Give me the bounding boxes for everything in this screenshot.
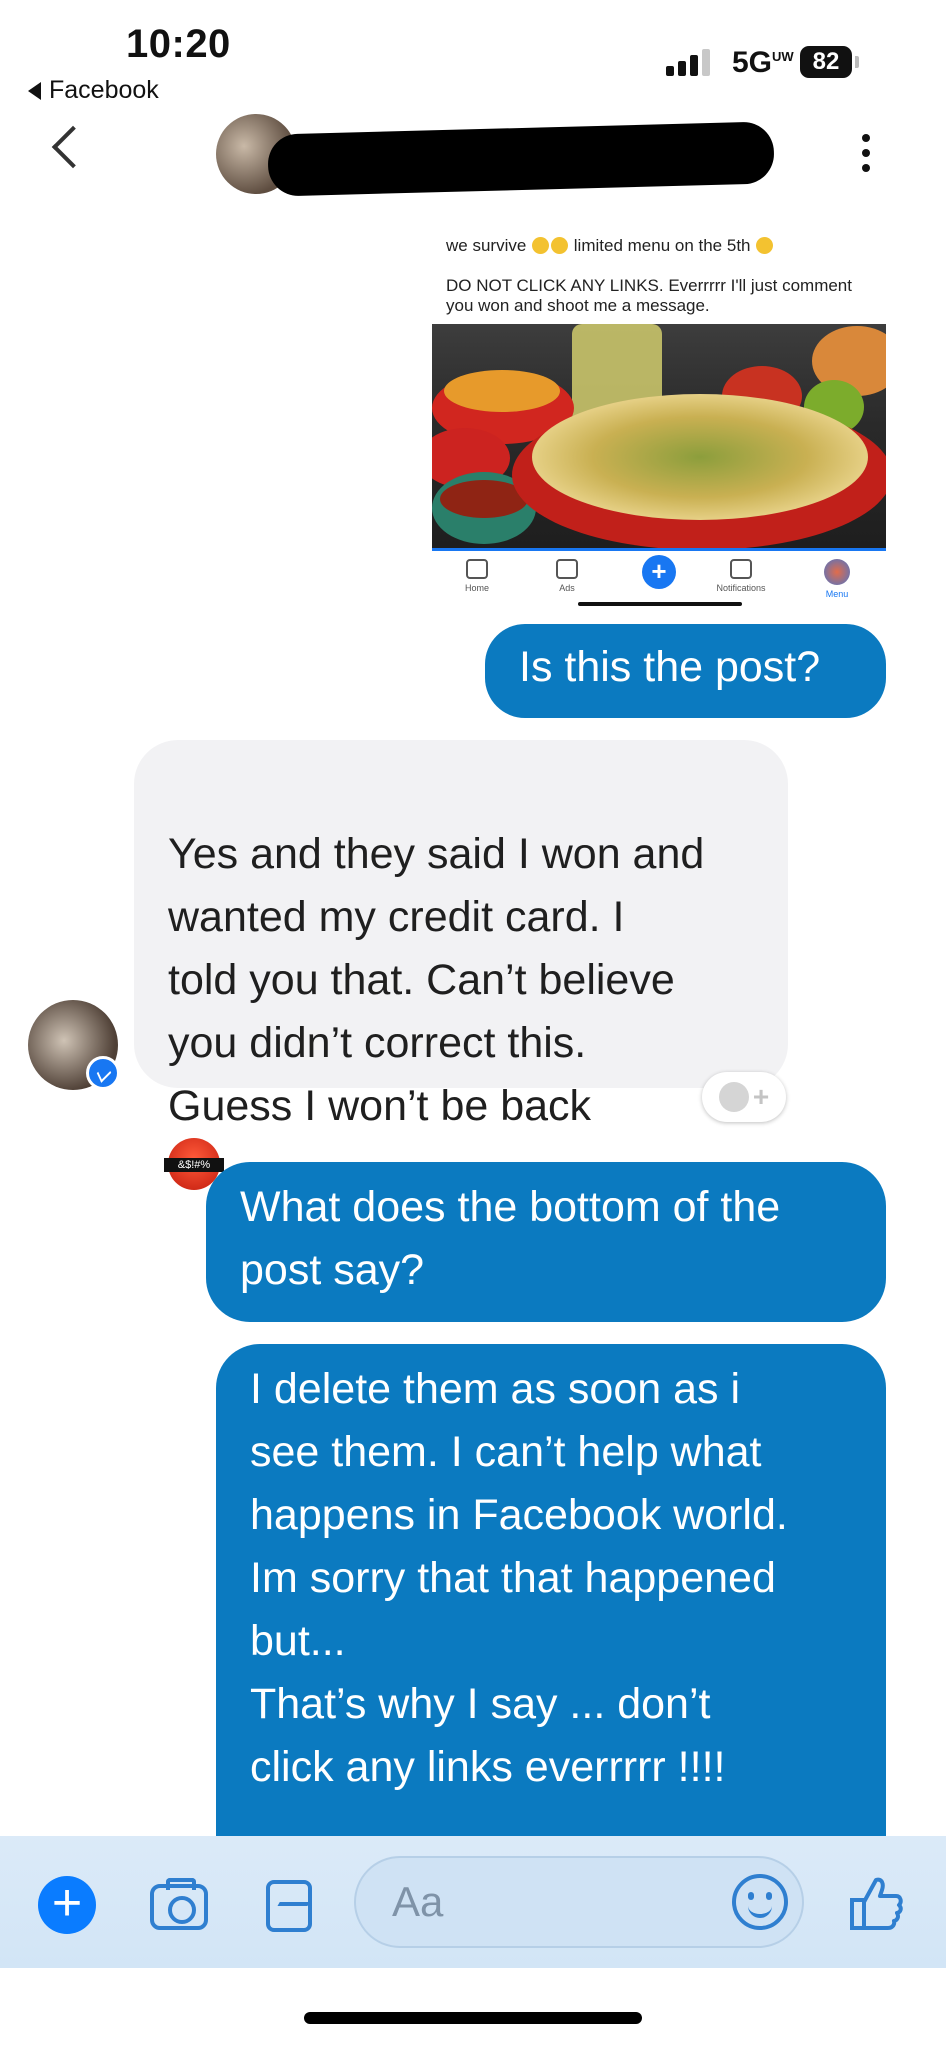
laughing-emoji-icon: [756, 237, 774, 254]
home-indicator: [578, 602, 742, 606]
message-outgoing[interactable]: Is this the post?: [485, 624, 886, 718]
tab-notifications: Notifications: [706, 559, 776, 593]
message-text: Yes and they said I won and wanted my cr…: [168, 830, 705, 1130]
back-app-label: Facebook: [49, 76, 159, 104]
status-time: 10:20: [126, 22, 231, 66]
plus-icon: +: [642, 555, 676, 589]
profile-menu-icon: [824, 559, 850, 585]
home-icon: [466, 559, 488, 579]
messenger-badge-icon: [86, 1056, 120, 1090]
message-incoming[interactable]: Yes and they said I won and wanted my cr…: [134, 740, 788, 1190]
home-indicator-bar: [304, 2012, 642, 2024]
camera-icon[interactable]: [150, 1878, 208, 1930]
tab-create: +: [624, 555, 694, 589]
cellular-signal-icon: [666, 48, 710, 76]
battery-tip: [855, 56, 859, 68]
more-options-icon[interactable]: [862, 134, 870, 172]
battery-indicator: 82: [800, 46, 852, 78]
message-outgoing[interactable]: What does the bottom of the post say?: [206, 1162, 886, 1322]
gallery-icon[interactable]: [266, 1880, 312, 1932]
tab-ads: Ads: [532, 559, 602, 593]
back-chevron-icon[interactable]: [51, 125, 95, 169]
thumbs-up-icon[interactable]: [848, 1874, 904, 1932]
back-to-app-link[interactable]: Facebook: [28, 76, 159, 105]
redacted-contact-name: [267, 121, 775, 197]
emoji-picker-icon[interactable]: [732, 1874, 788, 1930]
shared-post-image[interactable]: we survive limited menu on the 5th DO NO…: [430, 226, 886, 612]
laughing-emoji-icon: [532, 237, 550, 254]
back-triangle-icon: [28, 81, 41, 100]
network-type: 5GUW: [732, 46, 794, 79]
facebook-tab-bar: Home Ads + Notifications Menu: [432, 548, 886, 609]
megaphone-icon: [556, 559, 578, 579]
message-outgoing[interactable]: I delete them as soon as i see them. I c…: [216, 1344, 886, 1844]
tab-menu: Menu: [802, 559, 872, 599]
message-input-placeholder: Aa: [392, 1878, 444, 1925]
smiley-icon: [718, 1082, 749, 1112]
post-line-2: DO NOT CLICK ANY LINKS. Everrrrr I'll ju…: [446, 276, 852, 315]
add-attachment-button[interactable]: +: [38, 1876, 96, 1934]
add-reaction-button[interactable]: +: [702, 1072, 786, 1122]
tab-home: Home: [442, 559, 512, 593]
nachos-photo: [432, 324, 886, 548]
laughing-emoji-icon: [551, 237, 569, 254]
post-line-1: we survive limited menu on the 5th: [446, 236, 774, 256]
bell-icon: [730, 559, 752, 579]
